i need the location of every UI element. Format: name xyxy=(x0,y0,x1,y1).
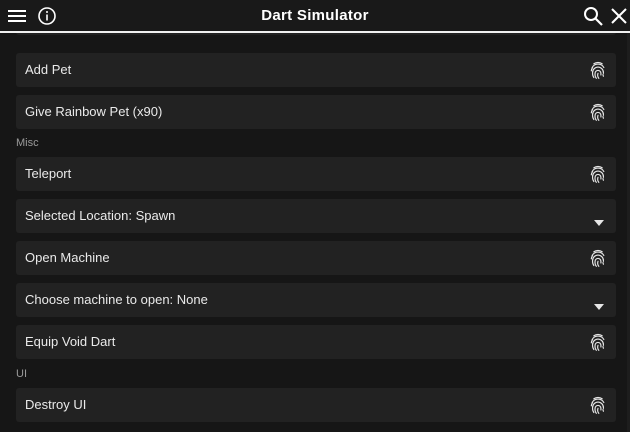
equip-void-dart-button[interactable]: Equip Void Dart xyxy=(16,325,616,359)
item-label: Add Pet xyxy=(25,62,72,77)
partial-item[interactable] xyxy=(16,33,616,35)
title-bar: Dart Simulator xyxy=(0,0,630,33)
dropdown-arrow-icon xyxy=(594,213,604,226)
fingerprint-icon xyxy=(588,164,608,184)
close-icon[interactable] xyxy=(608,5,630,27)
dropdown-arrow-icon xyxy=(594,297,604,310)
fingerprint-icon xyxy=(588,248,608,268)
selected-location-dropdown[interactable]: Selected Location: Spawn xyxy=(16,199,616,233)
dropdown-label: Selected Location: Spawn xyxy=(25,208,176,223)
item-label: Open Machine xyxy=(25,250,110,265)
window-title: Dart Simulator xyxy=(261,7,369,24)
choose-machine-dropdown[interactable]: Choose machine to open: None xyxy=(16,283,616,317)
item-label: Destroy UI xyxy=(25,397,87,412)
section-title-misc: Misc xyxy=(16,137,39,149)
fingerprint-icon xyxy=(588,102,608,122)
search-icon[interactable] xyxy=(582,5,604,27)
item-label: Equip Void Dart xyxy=(25,334,116,349)
give-rainbow-pet-button[interactable]: Give Rainbow Pet (x90) xyxy=(16,95,616,129)
fingerprint-icon xyxy=(588,332,608,352)
teleport-button[interactable]: Teleport xyxy=(16,157,616,191)
item-label: Give Rainbow Pet (x90) xyxy=(25,104,163,119)
dropdown-label: Choose machine to open: None xyxy=(25,292,208,307)
item-label: Teleport xyxy=(25,166,72,181)
open-machine-button[interactable]: Open Machine xyxy=(16,241,616,275)
feature-list: Add Pet Give Rainbow Pet (x90) Misc Tele… xyxy=(0,33,630,432)
fingerprint-icon xyxy=(588,60,608,80)
destroy-ui-button[interactable]: Destroy UI xyxy=(16,388,616,422)
fingerprint-icon xyxy=(588,395,608,415)
add-pet-button[interactable]: Add Pet xyxy=(16,53,616,87)
section-title-ui: UI xyxy=(16,368,27,380)
